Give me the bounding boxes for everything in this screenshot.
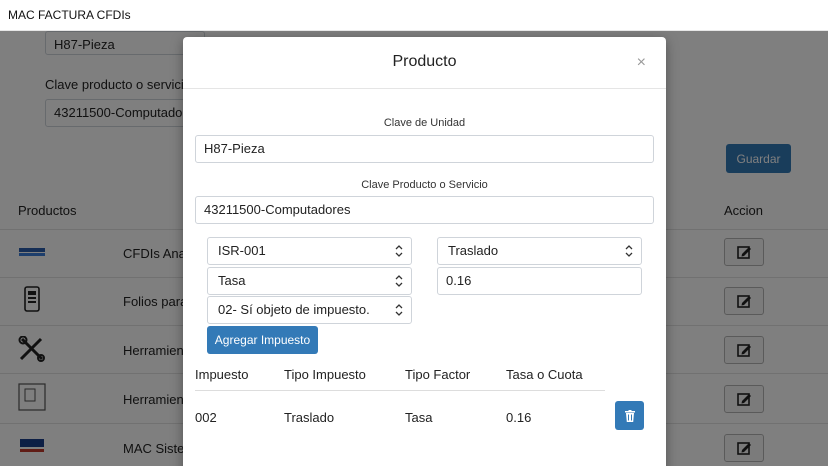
factor-header: Tipo Factor: [405, 367, 471, 382]
tax-table-divider: [195, 390, 605, 391]
modal-header: Producto ×: [183, 37, 666, 89]
tax-type-cell: Traslado: [284, 410, 335, 425]
rate-value: 0.16: [446, 273, 472, 288]
trash-icon: [624, 409, 635, 422]
factor-select[interactable]: Tasa: [207, 267, 412, 295]
tax-select[interactable]: ISR-001: [207, 237, 412, 265]
product-key-value: 43211500-Computadores: [204, 202, 351, 217]
product-modal: Producto × Clave de Unidad H87-Pieza Cla…: [183, 37, 666, 466]
tax-type-select[interactable]: Traslado: [437, 237, 642, 265]
unit-key-label: Clave de Unidad: [383, 117, 466, 129]
unit-key-value: H87-Pieza: [204, 141, 265, 156]
rate-input[interactable]: 0.16: [437, 267, 642, 295]
tax-header: Impuesto: [195, 367, 249, 382]
factor-cell: Tasa: [405, 410, 433, 425]
factor-select-value: Tasa: [218, 273, 246, 288]
tax-type-header: Tipo Impuesto: [284, 367, 366, 382]
tax-select-value: ISR-001: [218, 243, 266, 258]
tax-type-select-value: Traslado: [448, 243, 499, 258]
close-icon[interactable]: ×: [637, 54, 646, 72]
modal-title: Producto: [392, 53, 457, 70]
tax-object-select-value: 02- Sí objeto de impuesto.: [218, 302, 370, 317]
select-arrows-icon: [395, 304, 403, 316]
tax-cell: 002: [195, 410, 217, 425]
select-arrows-icon: [625, 245, 633, 257]
rate-header: Tasa o Cuota: [506, 367, 583, 382]
delete-tax-button[interactable]: [615, 401, 644, 430]
window-title: MAC FACTURA CFDIs: [8, 8, 131, 22]
select-arrows-icon: [395, 275, 403, 287]
unit-key-input[interactable]: H87-Pieza: [195, 135, 654, 163]
tax-object-select[interactable]: 02- Sí objeto de impuesto.: [207, 296, 412, 324]
add-tax-button[interactable]: Agregar Impuesto: [207, 326, 318, 354]
window-titlebar: MAC FACTURA CFDIs: [0, 0, 828, 31]
product-key-input[interactable]: 43211500-Computadores: [195, 196, 654, 224]
select-arrows-icon: [395, 245, 403, 257]
product-key-label: Clave Producto o Servicio: [361, 179, 488, 191]
rate-cell: 0.16: [506, 410, 532, 425]
